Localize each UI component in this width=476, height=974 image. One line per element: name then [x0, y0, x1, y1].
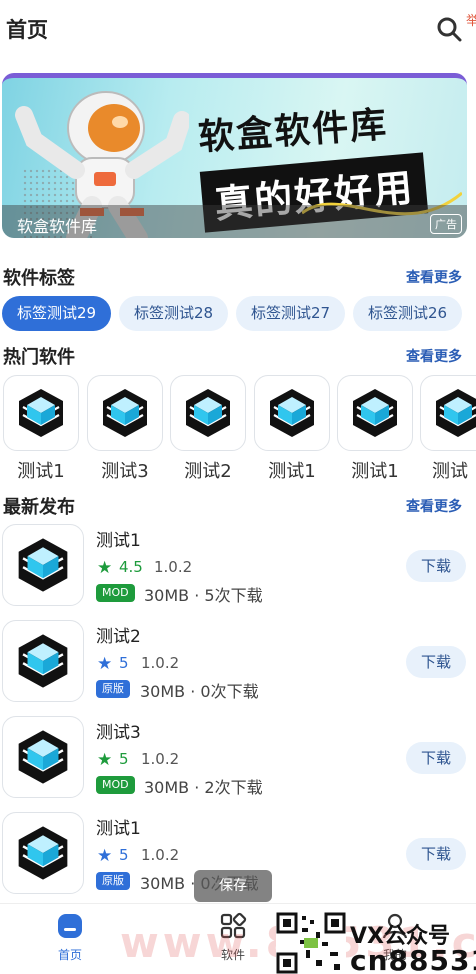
app-icon	[3, 375, 79, 451]
app-version: 1.0.2	[141, 654, 180, 672]
qr-code-image	[276, 912, 346, 974]
cube-logo-icon	[103, 389, 147, 437]
hot-app-item[interactable]: 测试3	[87, 375, 163, 483]
tags-see-more-link[interactable]: 查看更多	[406, 267, 462, 287]
download-button[interactable]: 下载	[406, 742, 466, 774]
hot-app-item[interactable]: 测试1	[3, 375, 79, 483]
app-name: 测试1	[96, 531, 141, 551]
header-edge-text: 举	[466, 14, 476, 29]
cube-logo-icon	[19, 389, 63, 437]
star-icon: ★	[97, 750, 113, 770]
app-icon	[170, 375, 246, 451]
hot-app-item[interactable]: 测试2	[170, 375, 246, 483]
app-meta: 30MB · 5次下载	[144, 586, 263, 605]
cube-logo-icon	[270, 389, 314, 437]
hot-app-label: 测试1	[351, 461, 399, 482]
hot-see-more-link[interactable]: 查看更多	[406, 346, 462, 366]
app-meta: 30MB · 2次下载	[144, 778, 263, 797]
app-version: 1.0.2	[141, 846, 180, 864]
cube-logo-icon	[18, 826, 68, 880]
app-icon	[2, 524, 84, 606]
nav-label: 首页	[57, 948, 82, 962]
original-badge: 原版	[96, 872, 130, 890]
hot-app-item[interactable]: 测试1	[254, 375, 330, 483]
hot-app-label: 测试	[432, 461, 468, 482]
cube-logo-icon	[18, 538, 68, 592]
app-list-row[interactable]: 测试3 ★ 5 1.0.2 MOD 30MB · 2次下载 下载	[0, 716, 476, 812]
download-button[interactable]: 下载	[406, 646, 466, 678]
app-list-row[interactable]: 测试2 ★ 5 1.0.2 原版 30MB · 0次下载 下载	[0, 620, 476, 716]
promo-banner[interactable]: 软盒软件库 真的好好用 软盒软件库 广告	[2, 73, 467, 238]
original-badge: 原版	[96, 680, 130, 698]
app-list-row[interactable]: 测试1 ★ 4.5 1.0.2 MOD 30MB · 5次下载 下载	[0, 524, 476, 620]
app-name: 测试1	[96, 819, 141, 839]
hot-app-item-partial[interactable]: 测试	[420, 375, 476, 485]
banner-caption: 软盒软件库	[17, 217, 98, 236]
app-icon	[2, 716, 84, 798]
star-icon: ★	[97, 558, 113, 578]
mod-badge: MOD	[96, 584, 135, 602]
app-meta: 30MB · 0次下载	[140, 682, 259, 701]
latest-see-more-link[interactable]: 查看更多	[406, 496, 462, 516]
tag-chip[interactable]: 标签测试26	[353, 296, 462, 331]
app-name: 测试3	[96, 723, 141, 743]
nav-item-home[interactable]: 首页	[35, 912, 105, 963]
cube-logo-icon	[18, 730, 68, 784]
ad-badge: 广告	[430, 214, 462, 234]
hot-app-item[interactable]: 测试1	[337, 375, 413, 483]
app-rating: 5	[119, 654, 129, 672]
download-button[interactable]: 下载	[406, 550, 466, 582]
cube-logo-icon	[18, 634, 68, 688]
hot-app-label: 测试1	[17, 461, 65, 482]
search-icon[interactable]	[436, 16, 462, 42]
app-rating: 5	[119, 846, 129, 864]
hot-app-label: 测试3	[101, 461, 149, 482]
mod-badge: MOD	[96, 776, 135, 794]
app-version: 1.0.2	[141, 750, 180, 768]
cube-logo-icon	[186, 389, 230, 437]
hot-section-title: 热门软件	[3, 347, 75, 368]
app-icon	[420, 375, 476, 451]
tag-chip[interactable]: 标签测试29	[2, 296, 111, 331]
hot-app-label: 测试2	[184, 461, 232, 482]
watermark-cn: cn88531	[350, 944, 476, 974]
app-icon	[337, 375, 413, 451]
save-toast: 保存	[194, 870, 272, 902]
home-icon	[58, 914, 82, 938]
star-icon: ★	[97, 846, 113, 866]
app-icon	[2, 620, 84, 702]
hot-app-label: 测试1	[268, 461, 316, 482]
cube-logo-icon	[353, 389, 397, 437]
top-bar: 首页 举	[0, 0, 476, 62]
banner-headline: 软盒软件库	[197, 104, 390, 159]
tag-chip[interactable]: 标签测试27	[236, 296, 345, 331]
app-icon	[254, 375, 330, 451]
app-name: 测试2	[96, 627, 141, 647]
download-button[interactable]: 下载	[406, 838, 466, 870]
app-rating: 5	[119, 750, 129, 768]
app-version: 1.0.2	[154, 558, 193, 576]
app-icon	[2, 812, 84, 894]
hot-app-item[interactable]: 测试	[420, 375, 476, 483]
page-title: 首页	[6, 18, 48, 42]
star-icon: ★	[97, 654, 113, 674]
latest-section-title: 最新发布	[3, 497, 75, 518]
cube-logo-icon	[436, 389, 476, 437]
app-icon	[87, 375, 163, 451]
tags-section-title: 软件标签	[3, 268, 75, 289]
tag-chip[interactable]: 标签测试28	[119, 296, 228, 331]
app-rating: 4.5	[119, 558, 143, 576]
